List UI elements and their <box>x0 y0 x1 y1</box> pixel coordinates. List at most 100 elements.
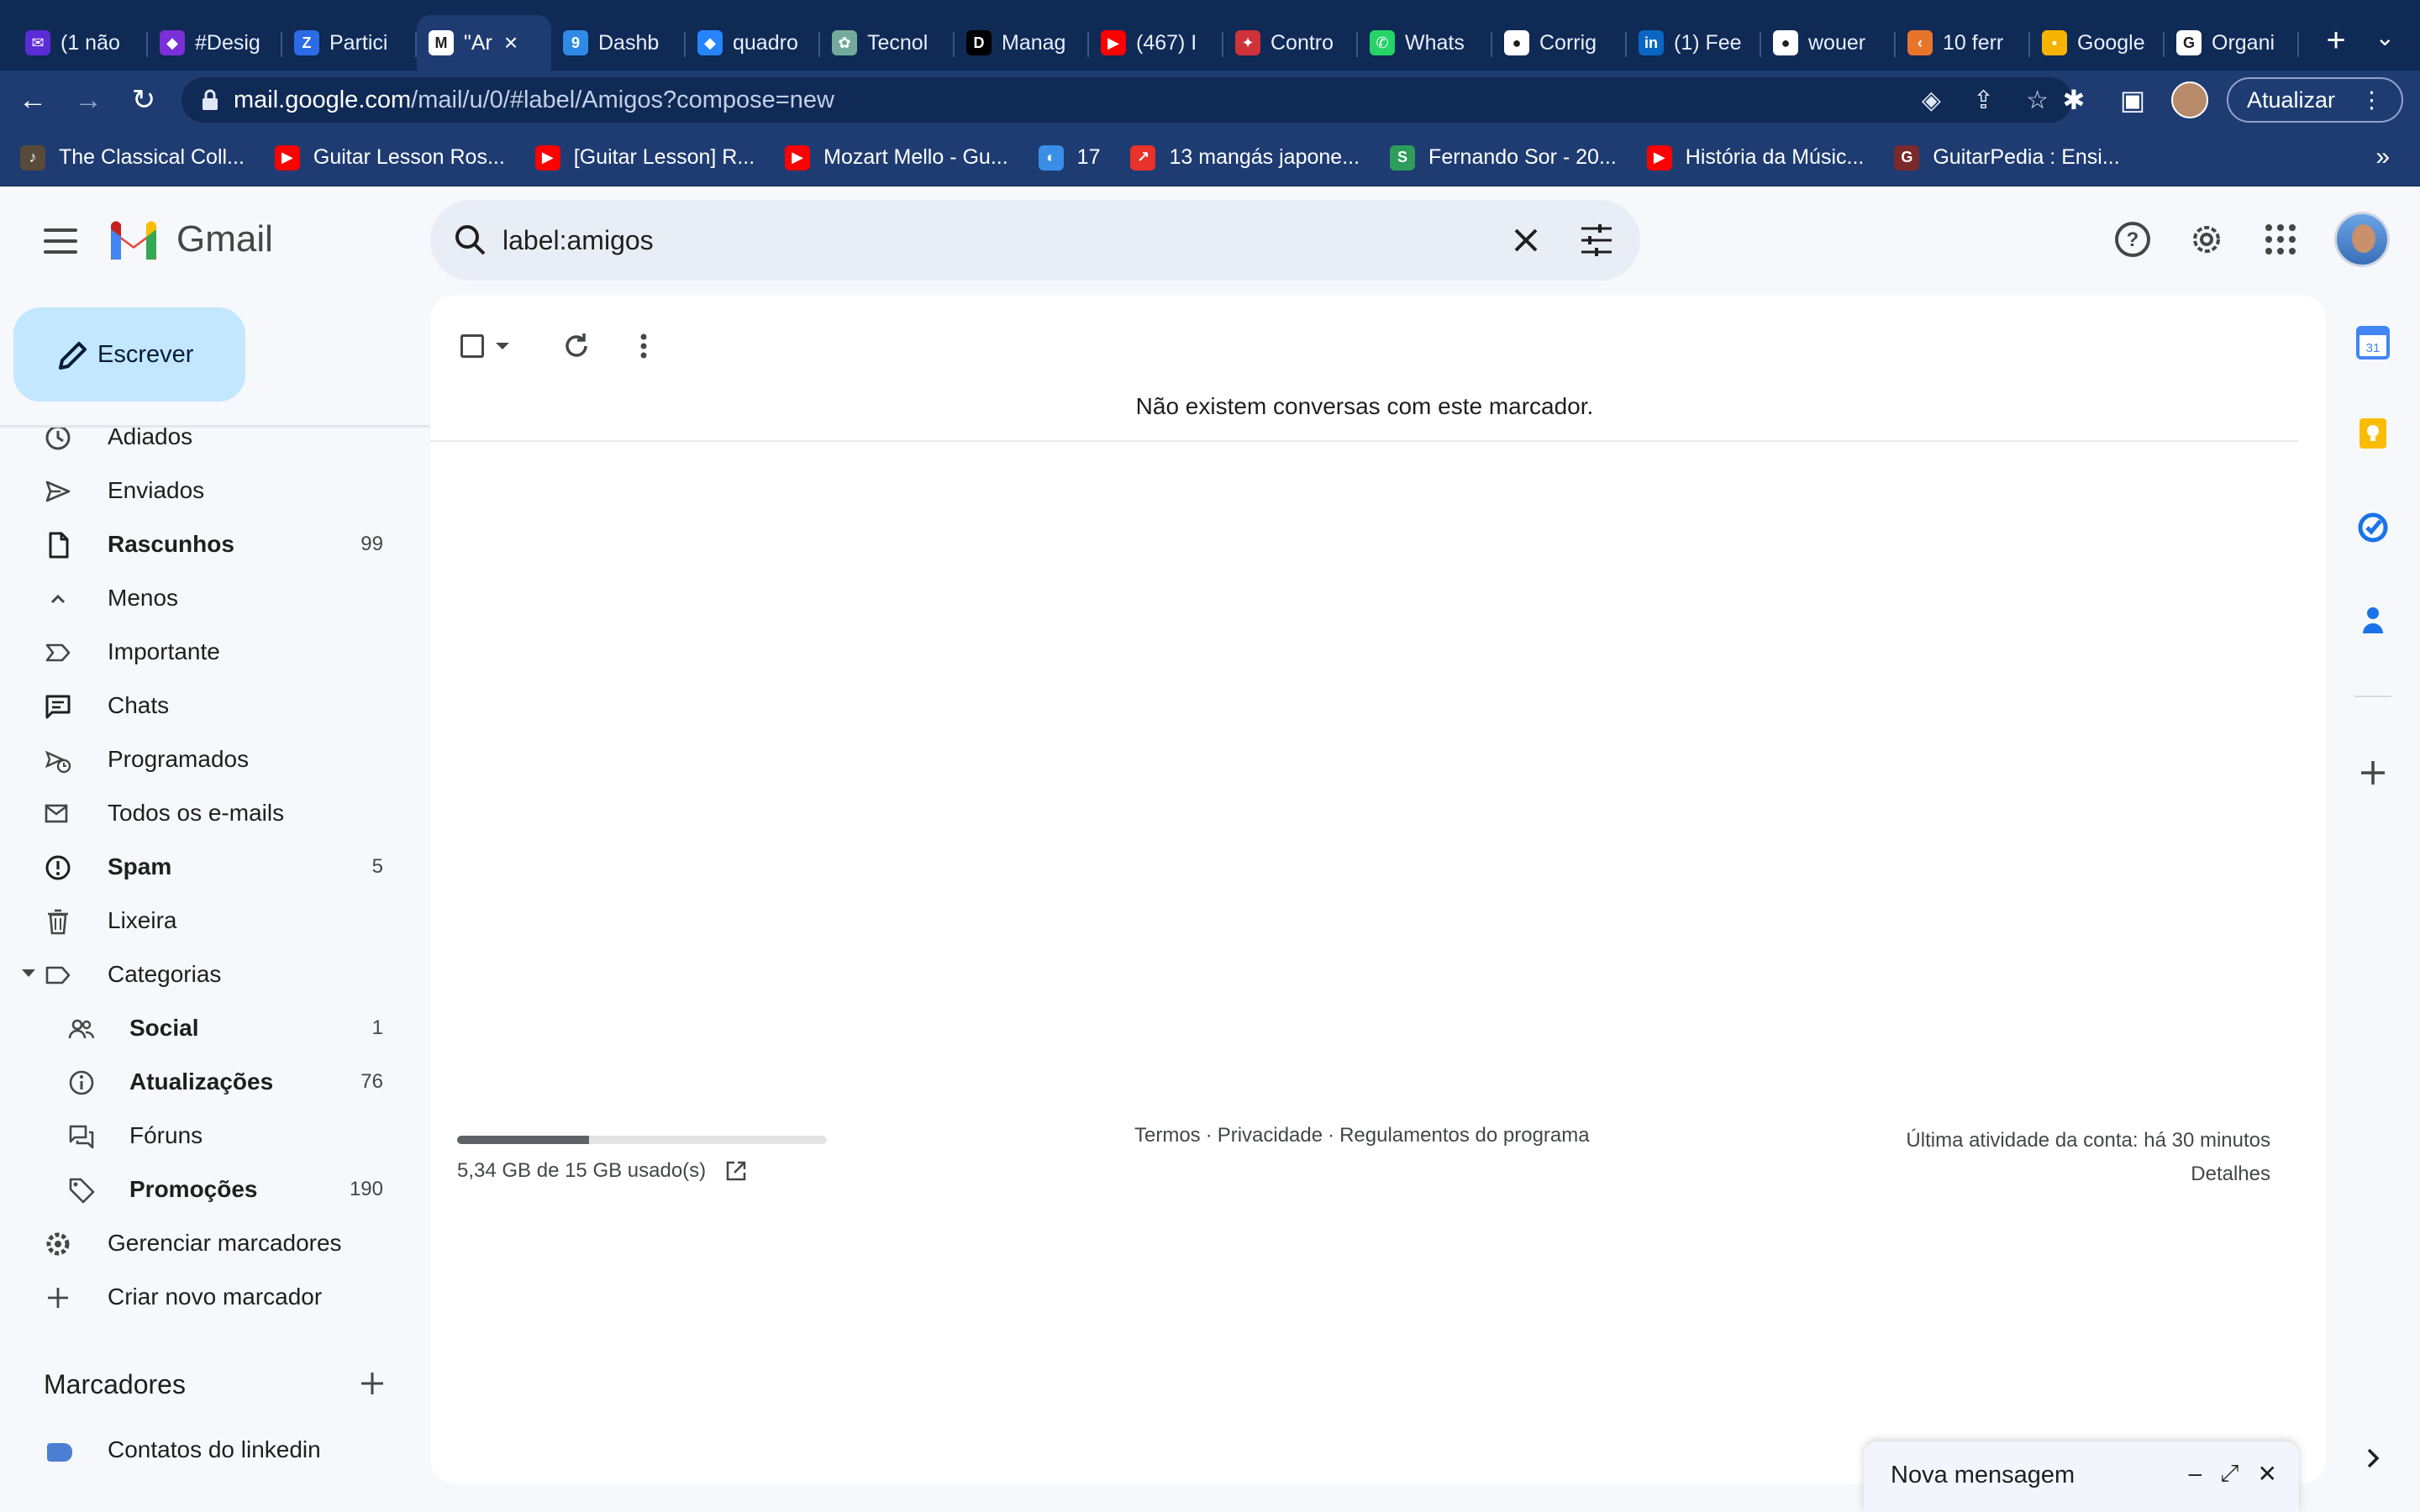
bookmark-star-icon[interactable]: ☆ <box>2026 86 2049 115</box>
help-icon[interactable]: ? <box>2112 219 2153 260</box>
extensions-icon[interactable]: ✱ <box>2054 77 2094 123</box>
compose-button[interactable]: Escrever <box>13 307 245 402</box>
tab-favicon-icon: ◆ <box>160 30 185 55</box>
compose-label: Escrever <box>97 340 194 368</box>
sidebar-item-menos[interactable]: Menos <box>0 571 430 625</box>
activity-details-link[interactable]: Detalhes <box>1906 1158 2270 1191</box>
address-bar[interactable]: mail.google.com/mail/u/0/#label/Amigos?c… <box>182 77 2072 123</box>
sidebar-item-enviados[interactable]: Enviados <box>0 464 430 517</box>
browser-tab[interactable]: ● Corrig <box>1492 15 1627 71</box>
bookmark-item[interactable]: S Fernando Sor - 20... <box>1390 144 1617 171</box>
sidebar-item-adiados[interactable]: Adiados <box>0 410 430 464</box>
settings-gear-icon[interactable] <box>2186 219 2227 260</box>
browser-tab[interactable]: ‹ 10 ferr <box>1896 15 2030 71</box>
bookmark-item[interactable]: ♪ The Classical Coll... <box>20 144 245 171</box>
apps-grid-icon[interactable] <box>2260 219 2301 260</box>
browser-tab[interactable]: Z Partici <box>282 15 417 71</box>
search-options-icon[interactable] <box>1578 222 1615 259</box>
show-side-panel-chevron-icon[interactable] <box>2354 1440 2391 1477</box>
sidebar-item-gerenciar-marcadores[interactable]: Gerenciar marcadores <box>0 1216 430 1270</box>
add-label-icon[interactable] <box>358 1369 387 1398</box>
select-dropdown-icon[interactable] <box>496 343 509 349</box>
tasks-icon[interactable] <box>2354 509 2391 546</box>
close-icon[interactable]: ✕ <box>2258 1460 2277 1488</box>
sidebar-item-label: Promoções <box>129 1176 258 1202</box>
clear-search-icon[interactable] <box>1509 223 1543 257</box>
bookmark-title: História da Músic... <box>1685 145 1865 169</box>
bookmark-item[interactable]: ▶ [Guitar Lesson] R... <box>534 144 755 171</box>
sidebar-item-atualizacoes[interactable]: Atualizações 76 <box>0 1055 430 1109</box>
share-icon[interactable]: ⇪ <box>1973 86 1994 115</box>
terms-link[interactable]: Termos <box>1134 1124 1201 1147</box>
search-icon[interactable] <box>452 222 489 259</box>
expand-icon[interactable]: ⤢ <box>2220 1460 2238 1488</box>
tab-title: #Desig <box>195 30 260 55</box>
browser-tab[interactable]: ▶ (467) I <box>1089 15 1223 71</box>
send-icon <box>45 480 71 502</box>
bookmark-item[interactable]: G GuitarPedia : Ensi... <box>1894 144 2120 171</box>
sidebar-item-todos-os-e-mails[interactable]: Todos os e-mails <box>0 786 430 840</box>
browser-tab[interactable]: ✦ Contro <box>1223 15 1358 71</box>
bookmark-item[interactable]: ↗ 13 mangás japone... <box>1130 144 1360 171</box>
browser-tab[interactable]: ✿ Tecnol <box>820 15 955 71</box>
forward-icon[interactable]: → <box>66 77 111 123</box>
browser-tab[interactable]: in (1) Fee <box>1627 15 1761 71</box>
tab-search-chevron-icon[interactable]: ⌄ <box>2375 24 2395 51</box>
browser-tab[interactable]: ▪ Google <box>2030 15 2165 71</box>
browser-profile-avatar[interactable] <box>2170 81 2208 118</box>
more-options-icon[interactable] <box>627 329 660 363</box>
storage-usage-label: 5,34 GB de 15 GB usado(s) <box>457 1159 707 1182</box>
keep-icon[interactable] <box>2354 415 2391 452</box>
browser-tab[interactable]: ✆ Whats <box>1358 15 1492 71</box>
browser-tab[interactable]: D Manag <box>955 15 1089 71</box>
update-button[interactable]: Atualizar ⋮ <box>2226 77 2403 123</box>
reload-icon[interactable]: ↻ <box>121 77 166 123</box>
sidebar-item-promocoes[interactable]: Promoções 190 <box>0 1163 430 1216</box>
browser-tab[interactable]: 9 Dashb <box>551 15 686 71</box>
sidebar-item-programados[interactable]: Programados <box>0 732 430 786</box>
close-tab-icon[interactable]: × <box>504 29 518 56</box>
sidebar-item-criar-novo-marcador[interactable]: Criar novo marcador <box>0 1270 430 1324</box>
browser-tab[interactable]: ◆ #Desig <box>148 15 282 71</box>
bookmarks-overflow-icon[interactable]: » <box>2375 143 2390 171</box>
new-tab-button[interactable]: + <box>2312 17 2360 64</box>
browser-tab[interactable]: ● wouer <box>1761 15 1896 71</box>
sidebar-item-categorias[interactable]: Categorias <box>0 948 430 1001</box>
bookmark-item[interactable]: ▶ Mozart Mello - Gu... <box>785 144 1008 171</box>
sidebar-item-chats[interactable]: Chats <box>0 679 430 732</box>
sidebar-item-foruns[interactable]: Fóruns <box>0 1109 430 1163</box>
search-input[interactable] <box>502 218 1343 262</box>
compose-minimized-window[interactable]: Nova mensagem – ⤢ ✕ <box>1864 1441 2299 1512</box>
open-external-icon[interactable] <box>724 1159 748 1183</box>
expand-caret-icon[interactable] <box>22 969 35 977</box>
sidebar-item-rascunhos[interactable]: Rascunhos 99 <box>0 517 430 571</box>
sidebar-item-lixeira[interactable]: Lixeira <box>0 894 430 948</box>
browser-tab[interactable]: G Organi <box>2165 15 2299 71</box>
sidebar-item-count: 99 <box>360 533 383 555</box>
side-panel-icon[interactable]: ▣ <box>2112 77 2153 123</box>
main-menu-icon[interactable] <box>44 228 77 254</box>
refresh-icon[interactable] <box>560 329 593 363</box>
select-all-checkbox[interactable] <box>460 334 484 358</box>
sidebar-item-social[interactable]: Social 1 <box>0 1001 430 1055</box>
browser-tab[interactable]: ✉ (1 não <box>13 15 148 71</box>
privacy-link[interactable]: Privacidade <box>1218 1124 1323 1147</box>
minimize-icon[interactable]: – <box>2189 1460 2202 1488</box>
label-item-contatos-linkedin[interactable]: Contatos do linkedin <box>0 1423 430 1477</box>
gmail-logo[interactable]: Gmail <box>108 218 273 260</box>
account-avatar[interactable] <box>2334 212 2390 267</box>
browser-tab[interactable]: M "Ar × <box>417 15 551 71</box>
browser-tab[interactable]: ◆ quadro <box>686 15 820 71</box>
back-icon[interactable]: ← <box>10 77 55 123</box>
sidebar-item-spam[interactable]: Spam 5 <box>0 840 430 894</box>
bookmark-item[interactable]: ◐ 17 <box>1038 144 1100 171</box>
sidebar-item-importante[interactable]: Importante <box>0 625 430 679</box>
contacts-icon[interactable] <box>2354 601 2391 638</box>
bookmark-item[interactable]: ▶ História da Músic... <box>1646 144 1865 171</box>
get-addons-plus-icon[interactable] <box>2354 754 2391 791</box>
calendar-icon[interactable]: 31 <box>2354 324 2391 361</box>
tab-title: Corrig <box>1539 30 1597 55</box>
program-policies-link[interactable]: Regulamentos do programa <box>1339 1124 1590 1147</box>
lens-icon[interactable]: ◈ <box>1922 86 1941 115</box>
bookmark-item[interactable]: ▶ Guitar Lesson Ros... <box>274 144 505 171</box>
